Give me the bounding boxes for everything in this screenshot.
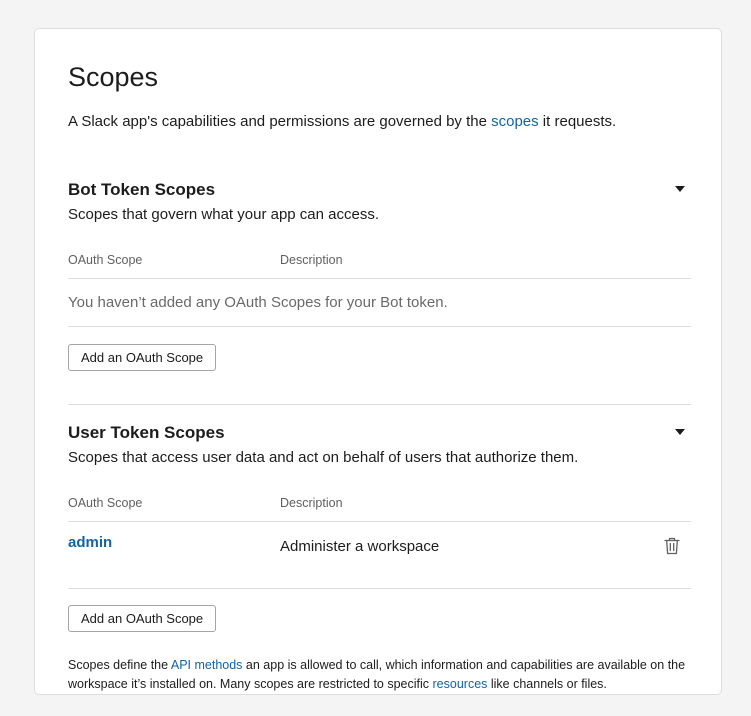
footer-note: Scopes define the API methods an app is …	[68, 656, 691, 694]
trash-icon[interactable]	[664, 537, 680, 555]
scope-description: Administer a workspace	[280, 538, 440, 555]
page-title: Scopes	[68, 62, 159, 92]
intro-text-before: A Slack app's capabilities and permissio…	[68, 113, 492, 130]
user-token-scopes-subtitle: Scopes that access user data and act on …	[68, 449, 579, 466]
api-methods-link[interactable]: API methods	[171, 658, 243, 672]
user-table-bottom-divider	[68, 588, 691, 589]
bot-table-header-divider	[68, 278, 691, 279]
bot-section-caret-down-icon[interactable]	[675, 186, 685, 192]
scope-name-link[interactable]: admin	[68, 534, 112, 551]
bot-table-bottom-divider	[68, 326, 691, 327]
bot-add-oauth-scope-button[interactable]: Add an OAuth Scope	[68, 344, 217, 371]
user-section-caret-down-icon[interactable]	[675, 429, 685, 435]
resources-link[interactable]: resources	[433, 677, 488, 691]
section-divider	[68, 404, 691, 405]
bot-col-description: Description	[280, 253, 343, 267]
bot-token-scopes-subtitle: Scopes that govern what your app can acc…	[68, 206, 380, 223]
footer-text-3: like channels or files.	[487, 677, 607, 691]
user-add-oauth-scope-button[interactable]: Add an OAuth Scope	[68, 605, 217, 632]
user-col-oauth-scope: OAuth Scope	[68, 496, 143, 510]
intro-text-after: it requests.	[538, 113, 617, 130]
footer-text-1: Scopes define the	[68, 658, 171, 672]
user-table-header-divider	[68, 521, 691, 522]
bot-token-scopes-heading: Bot Token Scopes	[68, 180, 216, 199]
scopes-link[interactable]: scopes	[491, 113, 539, 130]
intro-text: A Slack app's capabilities and permissio…	[68, 113, 616, 130]
user-col-description: Description	[280, 496, 343, 510]
user-token-scopes-heading: User Token Scopes	[68, 423, 225, 442]
bot-col-oauth-scope: OAuth Scope	[68, 253, 143, 267]
scopes-card: Scopes A Slack app's capabilities and pe…	[34, 28, 722, 695]
bot-empty-message: You haven’t added any OAuth Scopes for y…	[68, 294, 448, 311]
